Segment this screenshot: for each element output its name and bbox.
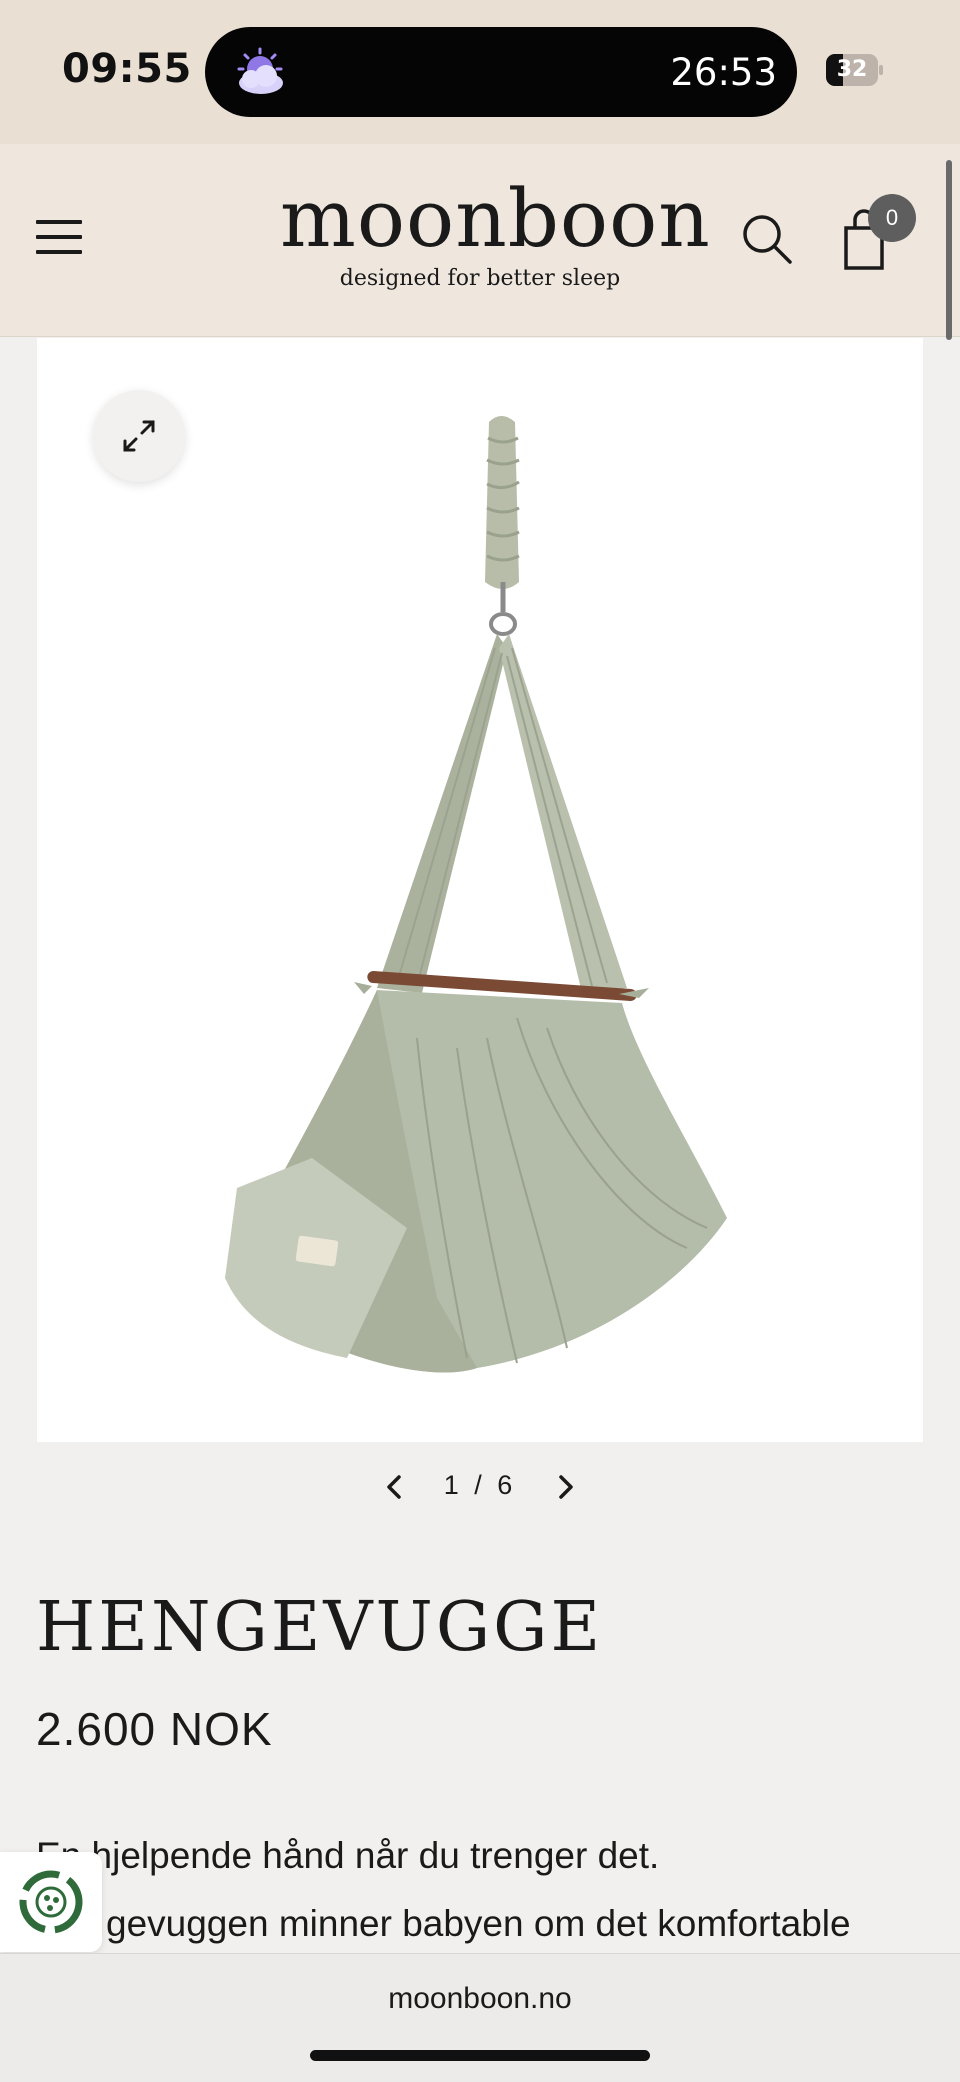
product-image-gallery[interactable] <box>37 338 923 1442</box>
search-icon[interactable] <box>740 212 794 266</box>
battery-indicator: 32 <box>826 54 883 86</box>
total-pages: 6 <box>497 1470 517 1500</box>
gallery-page-counter: 1 / 6 <box>425 1470 535 1501</box>
gallery-pager: 1 / 6 <box>370 1466 590 1506</box>
live-activity-timer: 26:53 <box>670 51 777 94</box>
status-bar: 09:55 26:53 32 <box>0 0 960 144</box>
site-header: moonboon designed for better sleep <box>0 144 960 337</box>
status-time: 09:55 <box>62 46 192 92</box>
dynamic-island[interactable]: 26:53 <box>205 27 797 117</box>
recycle-leaf-icon <box>19 1870 83 1934</box>
expand-icon <box>123 420 155 452</box>
product-title: HENGEVUGGE <box>36 1588 604 1667</box>
hanging-cradle-image <box>225 416 727 1373</box>
description-line: gevuggen minner babyen om det komfortabl… <box>106 1903 851 1944</box>
moon-cloud-icon <box>237 47 283 94</box>
product-price: 2.600 NOK <box>36 1703 273 1755</box>
home-indicator[interactable] <box>310 2050 650 2061</box>
eco-certification-badge[interactable] <box>0 1852 102 1952</box>
battery-level: 32 <box>836 57 868 82</box>
hamburger-menu-icon[interactable] <box>36 220 82 254</box>
current-page: 1 <box>443 1470 463 1500</box>
address-bar-url[interactable]: moonboon.no <box>280 1982 680 2016</box>
chevron-left-icon[interactable] <box>380 1472 410 1502</box>
site-logo[interactable]: moonboon <box>280 174 710 264</box>
site-tagline: designed for better sleep <box>339 266 621 291</box>
expand-image-button[interactable] <box>93 390 185 482</box>
browser-bottom-bar: moonboon.no <box>0 1953 960 2082</box>
description-line: En hjelpende hånd når du trenger det. <box>36 1835 660 1876</box>
chevron-right-icon[interactable] <box>550 1472 580 1502</box>
page-separator: / <box>474 1470 486 1500</box>
cart-count-badge[interactable]: 0 <box>868 194 916 242</box>
scrollbar-thumb[interactable] <box>946 160 952 340</box>
product-description: En hjelpende hånd når du trenger det. ge… <box>36 1822 936 1958</box>
